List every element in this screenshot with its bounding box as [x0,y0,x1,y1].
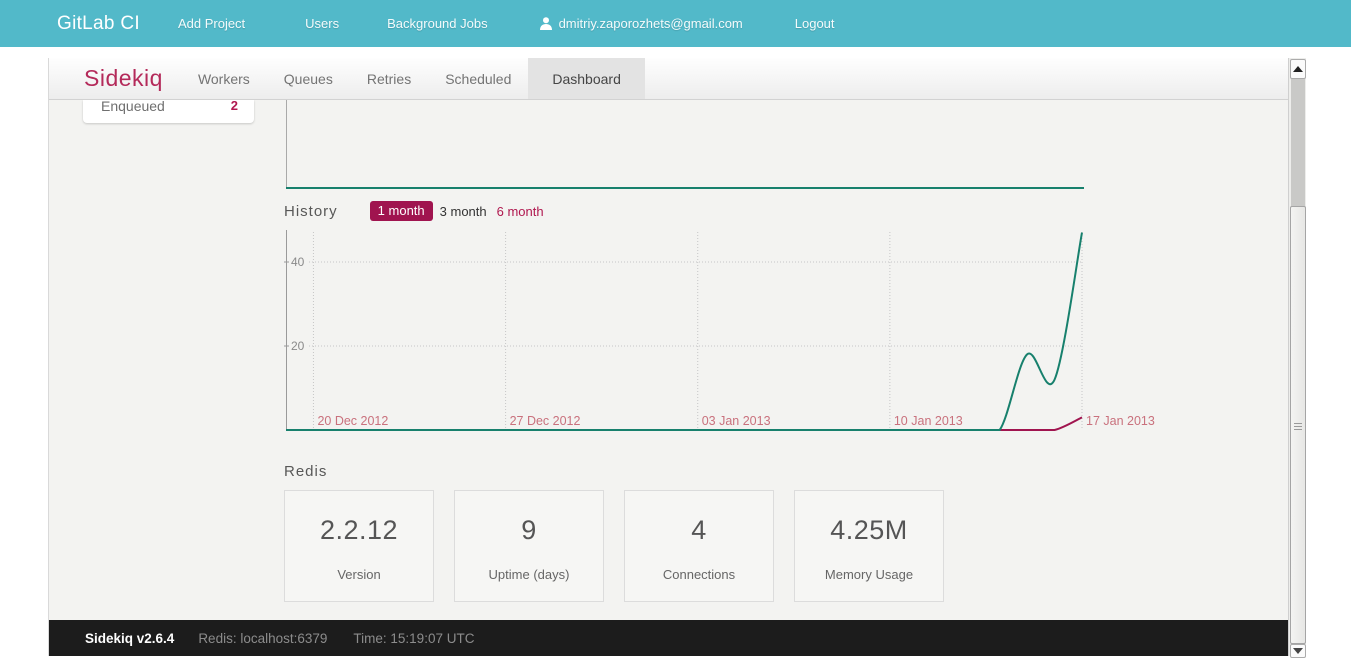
svg-text:17 Jan 2013: 17 Jan 2013 [1086,414,1155,428]
stat-label: Version [285,567,433,582]
stat-label: Uptime (days) [455,567,603,582]
user-menu[interactable]: dmitriy.zaporozhets@gmail.com [540,16,743,31]
svg-text:03 Jan 2013: 03 Jan 2013 [702,414,771,428]
vertical-scrollbar[interactable] [1288,58,1306,656]
stat-value: 9 [455,515,603,546]
history-title: History [284,203,338,220]
stat-value: 2.2.12 [285,515,433,546]
tab-workers[interactable]: Workers [181,58,267,99]
user-icon [540,17,552,30]
topbar-nav: Add Project Users Background Jobs dmitri… [178,16,835,31]
nav-users[interactable]: Users [305,16,339,31]
sidekiq-brand[interactable]: Sidekiq [84,65,163,92]
redis-stats: 2.2.12 Version 9 Uptime (days) 4 Connect… [284,490,964,602]
range-6-month[interactable]: 6 month [497,204,544,219]
tab-scheduled[interactable]: Scheduled [428,58,528,99]
gitlab-brand[interactable]: GitLab CI [57,13,140,35]
stat-value: 4 [625,515,773,546]
history-chart: 20 Dec 2012 27 Dec 2012 03 Jan 2013 10 Jan … [284,227,1164,437]
range-1-month[interactable]: 1 month [370,201,433,221]
sidekiq-frame: Enqueued 2 History 1 month 3 month 6 mon… [48,58,1305,656]
up-arrow-icon [1293,66,1303,72]
stat-card-version: 2.2.12 Version [284,490,434,602]
stat-card-memory: 4.25M Memory Usage [794,490,944,602]
redis-title: Redis [284,463,327,480]
realtime-chart-axis [286,100,287,189]
scrollbar-thumb[interactable] [1290,206,1306,644]
tab-queues[interactable]: Queues [267,58,350,99]
nav-background-jobs[interactable]: Background Jobs [387,16,487,31]
stat-card-connections: 4 Connections [624,490,774,602]
tab-retries[interactable]: Retries [350,58,428,99]
scrollbar-up-button[interactable] [1290,59,1306,79]
user-email: dmitriy.zaporozhets@gmail.com [559,16,743,31]
enqueued-label: Enqueued [101,100,165,114]
down-arrow-icon [1293,648,1303,654]
realtime-chart-baseline [286,187,1084,189]
svg-text:20 Dec 2012: 20 Dec 2012 [317,414,388,428]
stat-label: Memory Usage [795,567,943,582]
svg-text:10 Jan 2013: 10 Jan 2013 [894,414,963,428]
footer-version: Sidekiq v2.6.4 [85,631,174,646]
tab-dashboard[interactable]: Dashboard [528,58,645,99]
footer-redis-host: Redis: localhost:6379 [198,631,327,646]
scrollbar-grip [1294,423,1302,432]
stat-card-uptime: 9 Uptime (days) [454,490,604,602]
svg-text:20: 20 [291,339,305,353]
sidekiq-footer: Sidekiq v2.6.4 Redis: localhost:6379 Tim… [49,620,1288,656]
enqueued-card[interactable]: Enqueued 2 [83,100,254,123]
enqueued-count: 2 [231,100,238,114]
footer-time: Time: 15:19:07 UTC [353,631,474,646]
stat-label: Connections [625,567,773,582]
svg-text:27 Dec 2012: 27 Dec 2012 [510,414,581,428]
nav-add-project[interactable]: Add Project [178,16,245,31]
sidekiq-tabs: Workers Queues Retries Scheduled Dashboa… [181,58,645,99]
history-range-buttons: 1 month 3 month 6 month [370,201,544,221]
svg-text:40: 40 [291,255,305,269]
nav-logout[interactable]: Logout [795,16,835,31]
range-3-month[interactable]: 3 month [440,204,487,219]
sidekiq-navbar: Sidekiq Workers Queues Retries Scheduled… [49,58,1288,100]
stat-value: 4.25M [795,515,943,546]
gitlab-topbar: GitLab CI Add Project Users Background J… [0,0,1351,47]
